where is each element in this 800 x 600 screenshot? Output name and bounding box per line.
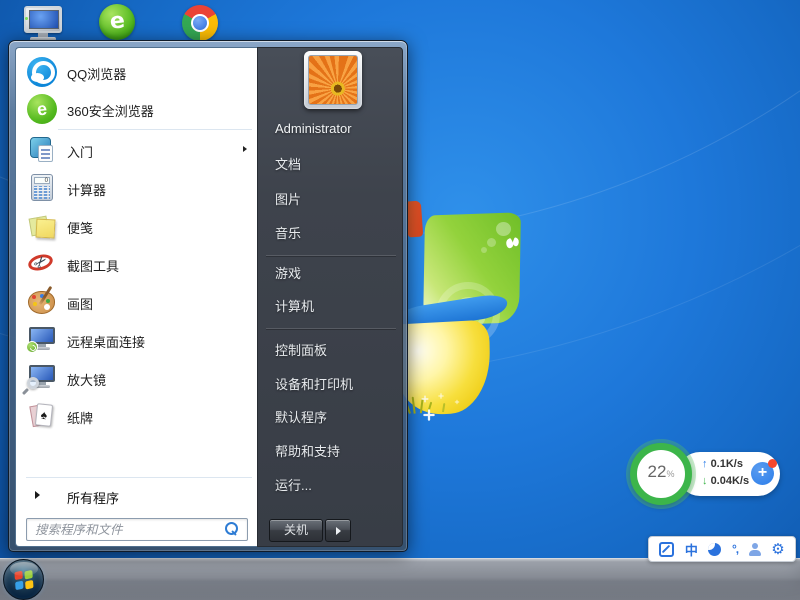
- start-menu-right-panel: Administrator 文档 图片 音乐 游戏 计算机 控制面板 设备和打印…: [257, 47, 403, 547]
- all-programs-button[interactable]: 所有程序: [19, 481, 255, 511]
- menu-item-paint[interactable]: 画图: [19, 283, 255, 321]
- start-button[interactable]: [3, 559, 44, 600]
- menu-item-remote-desktop[interactable]: 远程桌面连接: [19, 321, 255, 359]
- menu-separator: [266, 255, 396, 256]
- shutdown-arrow-icon: [336, 527, 341, 535]
- menu-item-label: 放大镜: [67, 370, 106, 389]
- 360-browser-icon: e: [27, 94, 57, 124]
- qq-browser-icon: [27, 57, 57, 87]
- ime-language-bar: 中 °, ⚙: [648, 536, 796, 562]
- start-menu-left-panel: QQ浏览器 e 360安全浏览器 入门 0: [15, 47, 257, 547]
- desktop-icon-360-browser[interactable]: e: [99, 4, 139, 44]
- user-name: Administrator: [275, 121, 352, 136]
- menu-item-magnifier[interactable]: 放大镜: [19, 359, 255, 397]
- menu-item-label: 远程桌面连接: [67, 332, 145, 351]
- wallpaper-bokeh: [496, 222, 511, 236]
- remote-desktop-icon: [27, 325, 57, 355]
- menu-item-solitaire[interactable]: ♠ 纸牌: [19, 397, 255, 435]
- getting-started-icon: [27, 135, 57, 165]
- ime-chinese-mode-toggle[interactable]: 中: [685, 540, 698, 559]
- download-speed: ↓ 0.04K/s: [702, 475, 749, 487]
- 360-browser-icon: e: [99, 4, 135, 40]
- computer-icon: [24, 6, 62, 33]
- avatar[interactable]: [304, 51, 362, 109]
- menu-item-360-browser[interactable]: e 360安全浏览器: [19, 90, 255, 128]
- wallpaper-flag-yellow-pane: [397, 320, 490, 417]
- search-row: [26, 518, 248, 542]
- upload-arrow-icon: ↑: [702, 458, 708, 470]
- menu-item-documents[interactable]: 文档: [258, 152, 404, 178]
- notification-dot: [768, 459, 777, 468]
- paint-icon: [27, 287, 57, 317]
- search-icon: [225, 522, 240, 537]
- all-programs-label: 所有程序: [67, 488, 119, 507]
- menu-item-label: 便笺: [67, 218, 93, 237]
- menu-item-help-and-support[interactable]: 帮助和支持: [258, 439, 404, 465]
- ime-indicator-icon[interactable]: [659, 542, 674, 557]
- wallpaper-bokeh: [481, 247, 487, 253]
- menu-item-label: 360安全浏览器: [67, 101, 154, 120]
- menu-item-label: QQ浏览器: [67, 64, 126, 83]
- wallpaper-sparkle: [423, 409, 435, 421]
- menu-item-games[interactable]: 游戏: [258, 261, 404, 287]
- upload-speed: ↑ 0.1K/s: [702, 458, 743, 470]
- desktop-icon-chrome[interactable]: [182, 5, 218, 41]
- menu-item-label: 入门: [67, 142, 93, 161]
- usage-percent: 22: [648, 450, 667, 494]
- shutdown-options-button[interactable]: [325, 519, 351, 542]
- ime-fullwidth-moon-icon[interactable]: [708, 543, 721, 556]
- start-menu: QQ浏览器 e 360安全浏览器 入门 0: [8, 40, 408, 552]
- menu-separator: [58, 129, 252, 130]
- menu-item-getting-started[interactable]: 入门: [19, 131, 255, 169]
- magnifier-icon: [27, 363, 57, 393]
- menu-separator: [266, 328, 396, 329]
- menu-item-label: 纸牌: [67, 408, 93, 427]
- wallpaper-sparkle: [438, 393, 444, 399]
- submenu-arrow-icon: [243, 146, 247, 152]
- desktop-icon-computer[interactable]: [23, 4, 63, 44]
- taskbar: [0, 558, 800, 600]
- sticky-notes-icon: [27, 211, 57, 241]
- shutdown-button[interactable]: 关机: [269, 519, 323, 542]
- menu-item-label: 画图: [67, 294, 93, 313]
- menu-item-pictures[interactable]: 图片: [258, 187, 404, 213]
- wallpaper-sparkle: [455, 400, 460, 405]
- menu-separator: [26, 477, 252, 478]
- menu-item-qq-browser[interactable]: QQ浏览器: [19, 53, 255, 91]
- search-input[interactable]: [26, 518, 248, 541]
- menu-item-control-panel[interactable]: 控制面板: [258, 338, 404, 364]
- menu-item-computer[interactable]: 计算机: [258, 294, 404, 320]
- download-arrow-icon: ↓: [702, 475, 708, 487]
- menu-item-default-programs[interactable]: 默认程序: [258, 405, 404, 431]
- ime-settings-gear-icon[interactable]: ⚙: [771, 542, 784, 557]
- ime-user-icon[interactable]: [749, 543, 761, 556]
- solitaire-icon: ♠: [27, 401, 57, 431]
- menu-item-snipping-tool[interactable]: ✂ 截图工具: [19, 245, 255, 283]
- wallpaper-flag-red-pane: [406, 201, 423, 238]
- menu-item-run[interactable]: 运行...: [258, 473, 404, 499]
- all-programs-arrow-icon: [35, 491, 40, 499]
- menu-item-devices-and-printers[interactable]: 设备和打印机: [258, 372, 404, 398]
- desktop: e QQ浏览器 e 360安全浏览器 入门: [0, 0, 800, 600]
- menu-item-calculator[interactable]: 0 计算器: [19, 169, 255, 207]
- wallpaper-sparkle: [422, 396, 429, 403]
- ime-punctuation-toggle[interactable]: °,: [732, 542, 738, 556]
- windows-logo-icon: [14, 570, 34, 590]
- avatar-flower-image: [308, 55, 358, 105]
- calculator-icon: 0: [27, 173, 57, 203]
- menu-item-label: 截图工具: [67, 256, 119, 275]
- menu-item-sticky-notes[interactable]: 便笺: [19, 207, 255, 245]
- menu-item-label: 计算器: [67, 180, 106, 199]
- wallpaper-bokeh: [487, 238, 496, 247]
- wallpaper-butterfly: [506, 238, 520, 250]
- snipping-tool-icon: ✂: [27, 249, 57, 279]
- memory-usage-ball[interactable]: 22%: [630, 443, 692, 505]
- menu-item-music[interactable]: 音乐: [258, 221, 404, 247]
